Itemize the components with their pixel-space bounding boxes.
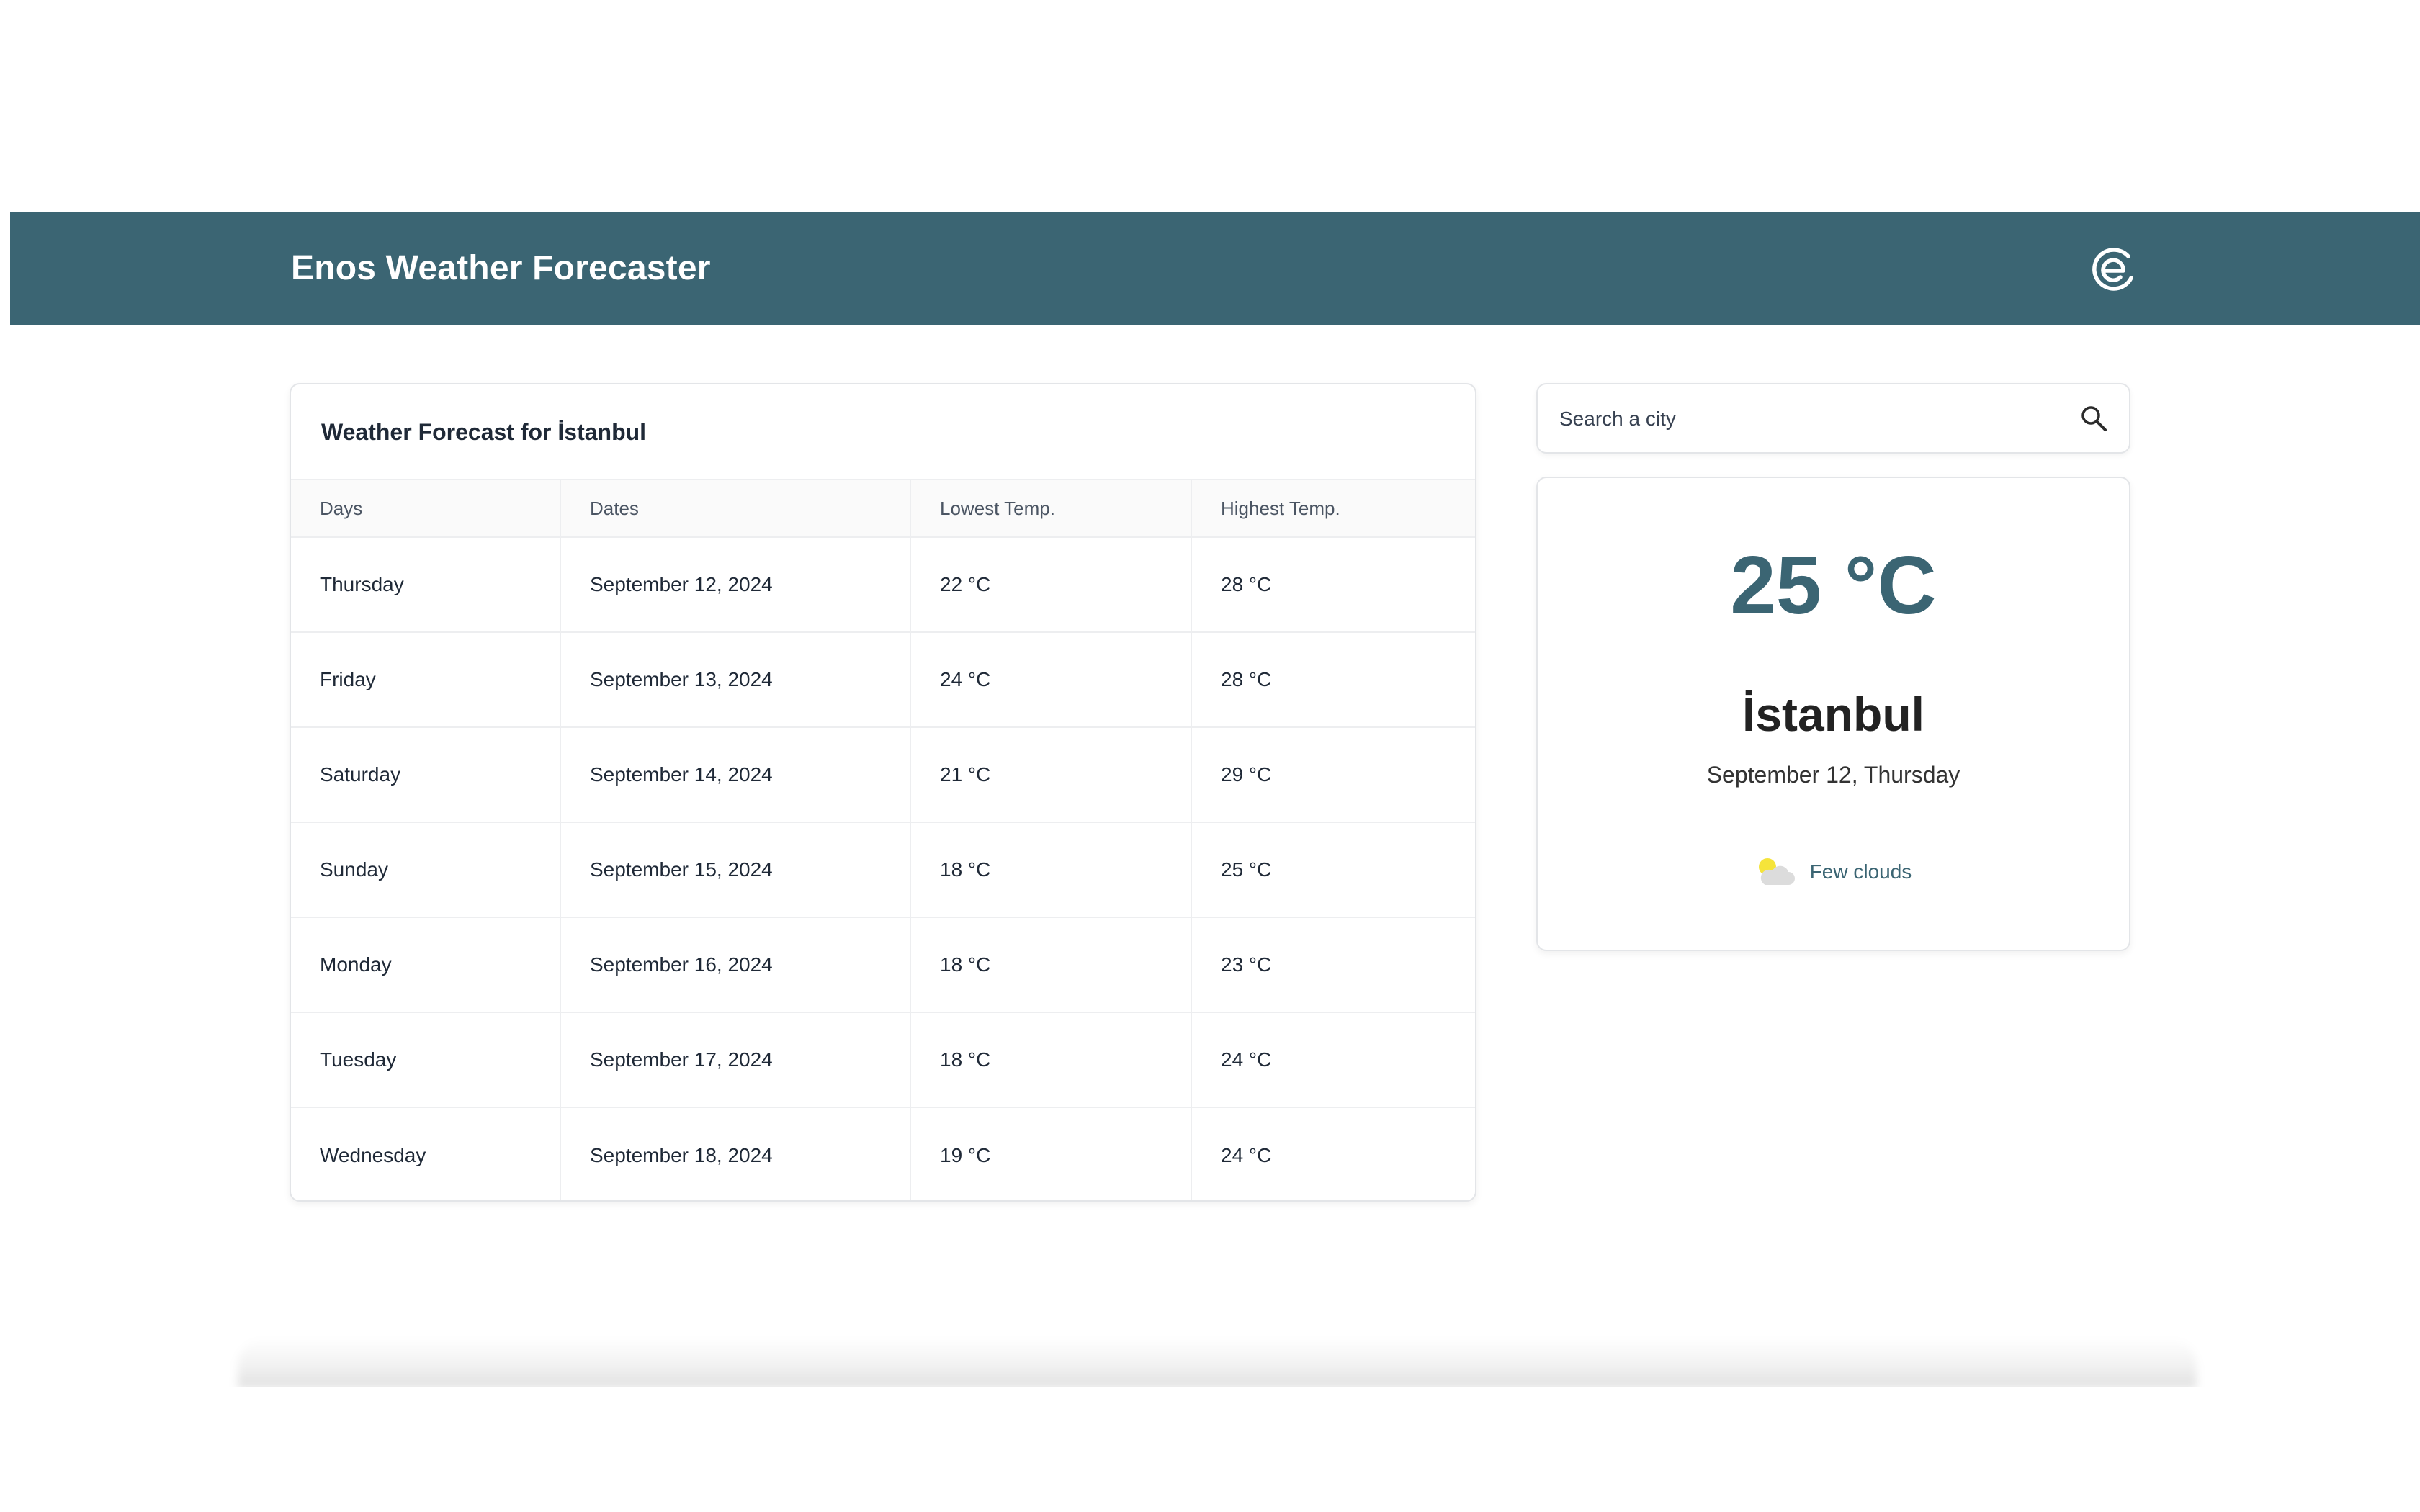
column-header-lowest-temp: Lowest Temp.: [910, 479, 1192, 538]
low-temp-cell: 21 °C: [910, 727, 1192, 823]
few-clouds-icon: [1758, 858, 1795, 885]
low-temp-cell: 22 °C: [910, 537, 1192, 633]
condition-label: Few clouds: [1809, 860, 1912, 883]
day-cell: Tuesday: [291, 1012, 561, 1108]
forecast-title: Weather Forecast for İstanbul: [321, 419, 647, 445]
table-row: Wednesday September 18, 2024 19 °C 24 °C: [291, 1107, 1475, 1200]
table-row: Friday September 13, 2024 24 °C 28 °C: [291, 632, 1475, 728]
current-temperature: 25 °C: [1730, 540, 1937, 631]
enos-logo-icon[interactable]: [2089, 245, 2137, 292]
date-cell: September 12, 2024: [560, 537, 911, 633]
forecast-table-card: Weather Forecast for İstanbul Days Dates…: [290, 383, 1476, 1202]
high-temp-cell: 28 °C: [1191, 632, 1475, 728]
table-row: Saturday September 14, 2024 21 °C 29 °C: [291, 727, 1475, 823]
high-temp-cell: 23 °C: [1191, 917, 1475, 1013]
current-weather-card: 25 °C İstanbul September 12, Thursday Fe…: [1536, 477, 2130, 951]
table-row: Tuesday September 17, 2024 18 °C 24 °C: [291, 1012, 1475, 1108]
high-temp-cell: 28 °C: [1191, 537, 1475, 633]
day-cell: Sunday: [291, 822, 561, 918]
high-temp-cell: 29 °C: [1191, 727, 1475, 823]
city-search-box: [1536, 383, 2130, 454]
low-temp-cell: 18 °C: [910, 822, 1192, 918]
table-row: Sunday September 15, 2024 18 °C 25 °C: [291, 822, 1475, 918]
current-date: September 12, Thursday: [1706, 762, 1960, 788]
forecast-table: Days Dates Lowest Temp. Highest Temp. Th…: [291, 479, 1475, 1200]
column-header-days: Days: [291, 479, 561, 538]
column-header-dates: Dates: [560, 479, 911, 538]
app-header: Enos Weather Forecaster: [10, 212, 2420, 325]
date-cell: September 17, 2024: [560, 1012, 911, 1108]
date-cell: September 16, 2024: [560, 917, 911, 1013]
day-cell: Thursday: [291, 537, 561, 633]
date-cell: September 14, 2024: [560, 727, 911, 823]
high-temp-cell: 24 °C: [1221, 1143, 1272, 1166]
current-city-name: İstanbul: [1742, 688, 1924, 741]
date-cell: September 13, 2024: [560, 632, 911, 728]
footer-shadow: [238, 1338, 2197, 1388]
city-search-input[interactable]: [1559, 399, 2049, 439]
app-title: Enos Weather Forecaster: [291, 249, 711, 287]
low-temp-cell: 18 °C: [910, 1012, 1192, 1108]
day-cell: Saturday: [291, 727, 561, 823]
high-temp-cell: 24 °C: [1191, 1012, 1475, 1108]
day-cell: Wednesday: [291, 1107, 561, 1200]
day-cell: Friday: [291, 632, 561, 728]
low-temp-cell: 19 °C: [910, 1107, 1192, 1200]
weather-condition: Few clouds: [1538, 854, 2129, 890]
low-temp-cell: 24 °C: [910, 632, 1192, 728]
low-temp-cell: 18 °C: [910, 917, 1192, 1013]
high-temp-cell: 25 °C: [1191, 822, 1475, 918]
date-cell: September 15, 2024: [560, 822, 911, 918]
day-cell: Monday: [291, 917, 561, 1013]
search-icon[interactable]: [2080, 405, 2107, 432]
table-row: Thursday September 12, 2024 22 °C 28 °C: [291, 537, 1475, 633]
page-bottom-area: [0, 1387, 2420, 1512]
table-header-row: Days Dates Lowest Temp. Highest Temp.: [291, 479, 1475, 538]
date-cell: September 18, 2024: [560, 1107, 911, 1200]
column-header-highest-temp: Highest Temp.: [1191, 479, 1475, 538]
table-row: Monday September 16, 2024 18 °C 23 °C: [291, 917, 1475, 1013]
